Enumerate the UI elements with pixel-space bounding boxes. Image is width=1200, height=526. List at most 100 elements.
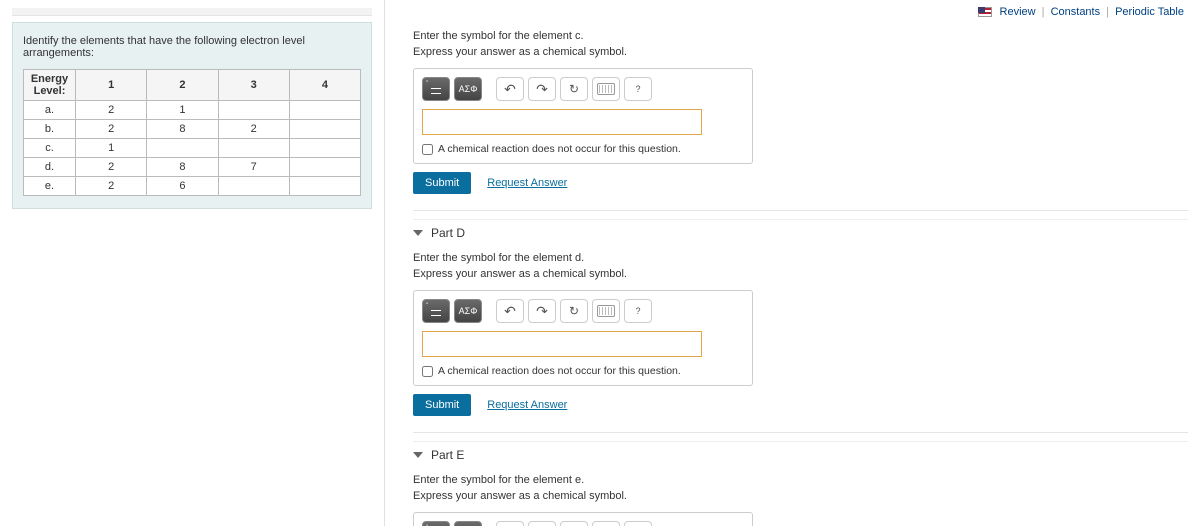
table-row: e. 2 6 (24, 177, 361, 196)
toolbar-e: ▫ ΑΣΦ ↶ ↷ ↻ ? (422, 521, 744, 526)
answer-frame-e: ▫ ΑΣΦ ↶ ↷ ↻ ? A chemical rea (413, 512, 753, 526)
redo-button[interactable]: ↷ (528, 299, 556, 323)
greek-button[interactable]: ΑΣΦ (454, 77, 482, 101)
submit-row-c: Submit Request Answer (413, 172, 1188, 194)
undo-button[interactable]: ↶ (496, 299, 524, 323)
redo-button[interactable]: ↷ (528, 521, 556, 526)
no-reaction-label-d: A chemical reaction does not occur for t… (438, 365, 681, 377)
cell (289, 158, 360, 177)
question-panel: Identify the elements that have the foll… (12, 22, 372, 209)
undo-button[interactable]: ↶ (496, 77, 524, 101)
table-row: a. 2 1 (24, 101, 361, 120)
no-reaction-row-c: A chemical reaction does not occur for t… (422, 143, 744, 155)
row-label-d: d. (24, 158, 76, 177)
row-label-a: a. (24, 101, 76, 120)
help-button[interactable]: ? (624, 77, 652, 101)
constants-link[interactable]: Constants (1051, 6, 1101, 18)
cell (289, 101, 360, 120)
col-3: 3 (218, 70, 289, 101)
greek-button[interactable]: ΑΣΦ (454, 299, 482, 323)
cell (147, 139, 218, 158)
periodic-table-link[interactable]: Periodic Table (1115, 6, 1184, 18)
greek-button[interactable]: ΑΣΦ (454, 521, 482, 526)
no-reaction-row-d: A chemical reaction does not occur for t… (422, 365, 744, 377)
review-link[interactable]: Review (1000, 6, 1036, 18)
cell (289, 177, 360, 196)
part-c-instruction1: Enter the symbol for the element c. (413, 30, 1188, 42)
no-reaction-label-c: A chemical reaction does not occur for t… (438, 143, 681, 155)
part-e-instruction2: Express your answer as a chemical symbol… (413, 490, 1188, 502)
part-c-block: Enter the symbol for the element c. Expr… (413, 30, 1188, 194)
divider (413, 432, 1188, 433)
reset-icon: ↻ (569, 82, 579, 96)
question-content: Enter the symbol for the element c. Expr… (389, 30, 1188, 526)
part-d-instruction2: Express your answer as a chemical symbol… (413, 268, 1188, 280)
cell (289, 120, 360, 139)
no-reaction-checkbox-c[interactable] (422, 144, 433, 155)
cell: 1 (147, 101, 218, 120)
part-e-title: Part E (431, 448, 464, 462)
left-column: Identify the elements that have the foll… (0, 0, 385, 526)
cell: 2 (218, 120, 289, 139)
reset-button[interactable]: ↻ (560, 521, 588, 526)
top-links: Review | Constants | Periodic Table (978, 6, 1184, 18)
keyboard-icon (597, 305, 615, 317)
part-e-instruction1: Enter the symbol for the element e. (413, 474, 1188, 486)
part-e-header[interactable]: Part E (413, 441, 1188, 468)
cell: 2 (76, 120, 147, 139)
separator: | (1042, 6, 1045, 18)
answer-frame-c: ▫ ΑΣΦ ↶ ↷ ↻ ? A chemical rea (413, 68, 753, 164)
keyboard-icon (597, 83, 615, 95)
part-d-instruction1: Enter the symbol for the element d. (413, 252, 1188, 264)
cell: 8 (147, 120, 218, 139)
template-button[interactable]: ▫ (422, 299, 450, 323)
cell: 2 (76, 177, 147, 196)
question-prompt: Identify the elements that have the foll… (23, 35, 361, 59)
cell: 8 (147, 158, 218, 177)
reset-button[interactable]: ↻ (560, 77, 588, 101)
submit-row-d: Submit Request Answer (413, 394, 1188, 416)
part-d-header[interactable]: Part D (413, 219, 1188, 246)
col-1: 1 (76, 70, 147, 101)
help-button[interactable]: ? (624, 521, 652, 526)
answer-input-c[interactable] (422, 109, 702, 135)
template-button[interactable]: ▫ (422, 521, 450, 526)
no-reaction-checkbox-d[interactable] (422, 366, 433, 377)
col-2: 2 (147, 70, 218, 101)
row-label-c: c. (24, 139, 76, 158)
answer-input-d[interactable] (422, 331, 702, 357)
redo-button[interactable]: ↷ (528, 77, 556, 101)
reset-button[interactable]: ↻ (560, 299, 588, 323)
cell: 7 (218, 158, 289, 177)
table-row: d. 2 8 7 (24, 158, 361, 177)
row-label-b: b. (24, 120, 76, 139)
undo-icon: ↶ (504, 304, 516, 318)
row-label-e: e. (24, 177, 76, 196)
template-button[interactable]: ▫ (422, 77, 450, 101)
cell: 6 (147, 177, 218, 196)
submit-button-c[interactable]: Submit (413, 172, 471, 194)
request-answer-link-c[interactable]: Request Answer (487, 177, 567, 189)
part-e-block: Part E Enter the symbol for the element … (413, 441, 1188, 526)
help-button[interactable]: ? (624, 299, 652, 323)
part-d-title: Part D (431, 226, 465, 240)
caret-down-icon (413, 230, 423, 236)
cell: 1 (76, 139, 147, 158)
caret-down-icon (413, 452, 423, 458)
left-topbar (12, 8, 372, 16)
divider (413, 210, 1188, 211)
undo-icon: ↶ (504, 82, 516, 96)
part-d-block: Part D Enter the symbol for the element … (413, 219, 1188, 416)
keyboard-button[interactable] (592, 299, 620, 323)
keyboard-button[interactable] (592, 521, 620, 526)
col-4: 4 (289, 70, 360, 101)
submit-button-d[interactable]: Submit (413, 394, 471, 416)
energy-table: Energy Level: 1 2 3 4 a. 2 1 b. 2 (23, 69, 361, 196)
request-answer-link-d[interactable]: Request Answer (487, 399, 567, 411)
cell: 2 (76, 101, 147, 120)
keyboard-button[interactable] (592, 77, 620, 101)
reset-icon: ↻ (569, 304, 579, 318)
undo-button[interactable]: ↶ (496, 521, 524, 526)
table-row: c. 1 (24, 139, 361, 158)
right-column: Enter the symbol for the element c. Expr… (385, 0, 1200, 526)
